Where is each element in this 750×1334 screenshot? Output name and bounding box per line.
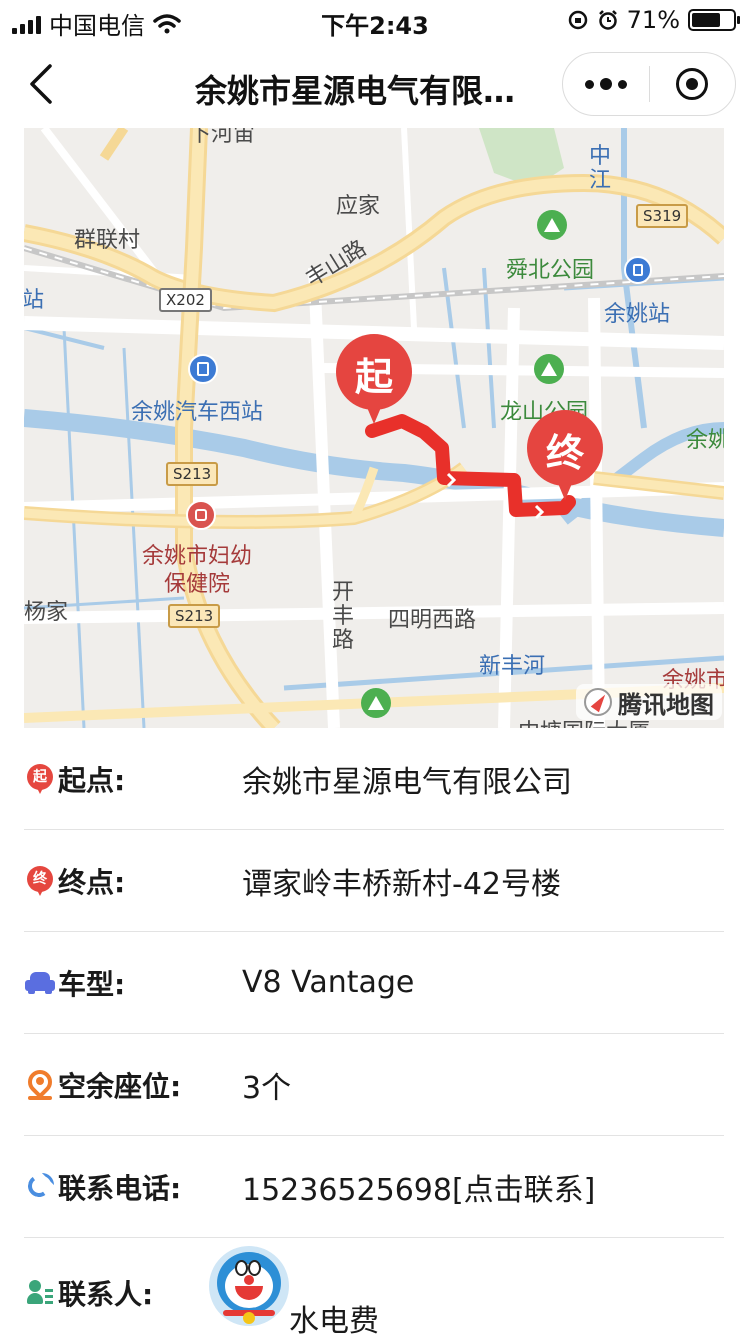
contact-name: 水电费 (289, 1304, 379, 1334)
contact-person-icon (24, 1277, 56, 1309)
shield-s213-a: S213 (166, 462, 219, 486)
map-label-top-cut: 下河宙 (189, 128, 256, 147)
map-label-bus-station: 余姚汽车西站 (131, 400, 264, 425)
park-icon (534, 354, 564, 384)
map-label-hospital-2: 保健院 (164, 572, 231, 597)
route-map[interactable]: 下河宙 应家 群联村 丰山路 X202 S319 舜北公园 余姚站 站 中 江 … (24, 128, 724, 728)
end-pin[interactable]: 终 (527, 410, 603, 502)
end-row: 终 终点: 谭家岭丰桥新村-42号楼 (24, 830, 724, 932)
car-label: 车型: (58, 967, 126, 1001)
nav-bar: 余姚市星源电气有限… (0, 44, 750, 128)
shield-x202: X202 (159, 288, 212, 312)
rotation-lock-icon (568, 10, 587, 30)
park-icon (361, 688, 391, 718)
end-label: 终点: (58, 865, 126, 899)
start-label: 起点: (58, 763, 126, 797)
mini-program-capsule (562, 52, 736, 116)
seats-value: 3个 (242, 1070, 292, 1106)
park-icon (537, 210, 567, 240)
start-pin[interactable]: 起 (336, 334, 412, 426)
back-chevron-icon[interactable] (22, 62, 62, 106)
more-dots-icon[interactable] (563, 52, 649, 116)
car-value: V8 Vantage (242, 965, 415, 1000)
shield-s213-b: S213 (168, 604, 221, 628)
map-label-xinfeng-river: 新丰河 (479, 654, 546, 679)
phone-label: 联系电话: (58, 1171, 182, 1205)
alarm-icon (598, 10, 617, 30)
bus-station-icon (188, 354, 218, 384)
start-value: 余姚市星源电气有限公司 (242, 764, 572, 800)
map-attribution: 腾讯地图 (576, 684, 722, 720)
location-icon (23, 1064, 57, 1101)
status-bar: 中国电信 下午2:43 71% (0, 0, 750, 40)
phone-row[interactable]: 联系电话: 15236525698[点击联系] (24, 1136, 724, 1238)
map-label-yingjia: 应家 (336, 194, 381, 219)
close-target-icon[interactable] (650, 52, 736, 116)
end-pin-icon: 终 (24, 865, 56, 897)
map-label-qunlian: 群联村 (74, 228, 141, 253)
ride-info-list: 起 起点: 余姚市星源电气有限公司 终 终点: 谭家岭丰桥新村-42号楼 车型:… (23, 728, 724, 1334)
phone-value[interactable]: 15236525698[点击联系] (242, 1165, 595, 1209)
car-row: 车型: V8 Vantage (24, 932, 724, 1034)
status-right: 71% (567, 6, 740, 34)
page-title: 余姚市星源电气有限… (195, 72, 516, 110)
map-label-yuyao-station: 余姚站 (604, 302, 671, 327)
map-label-zhong: 中 (588, 144, 611, 169)
hospital-icon (186, 500, 216, 530)
attribution-label: 腾讯地图 (618, 690, 714, 719)
train-station-icon (624, 256, 652, 284)
contact-row: 联系人: 水电费 (24, 1238, 724, 1334)
car-icon (24, 967, 56, 999)
end-value: 谭家岭丰桥新村-42号楼 (242, 866, 561, 902)
start-pin-icon: 起 (24, 763, 56, 795)
avatar (209, 1246, 289, 1326)
contact-label: 联系人: (58, 1278, 154, 1311)
map-label-zhan: 站 (24, 288, 45, 313)
map-label-siming-road: 四明西路 (388, 608, 477, 633)
map-label-kai: 开 (331, 580, 354, 605)
seats-label: 空余座位: (58, 1069, 182, 1103)
battery-percent: 71% (626, 6, 680, 34)
compass-icon[interactable] (584, 688, 612, 716)
map-label-yangjia: 杨家 (24, 600, 69, 625)
map-label-feng: 丰 (331, 604, 354, 629)
map-label-yuyao-right: 余姚 (686, 428, 724, 453)
phone-icon (24, 1171, 56, 1203)
map-label-shunbei-park: 舜北公园 (506, 258, 595, 283)
map-label-jiang: 江 (588, 168, 611, 193)
seats-row: 空余座位: 3个 (23, 1034, 724, 1136)
battery-icon (688, 9, 740, 31)
start-row: 起 起点: 余姚市星源电气有限公司 (24, 728, 724, 830)
shield-s319: S319 (636, 204, 689, 228)
map-label-lu: 路 (331, 628, 354, 653)
